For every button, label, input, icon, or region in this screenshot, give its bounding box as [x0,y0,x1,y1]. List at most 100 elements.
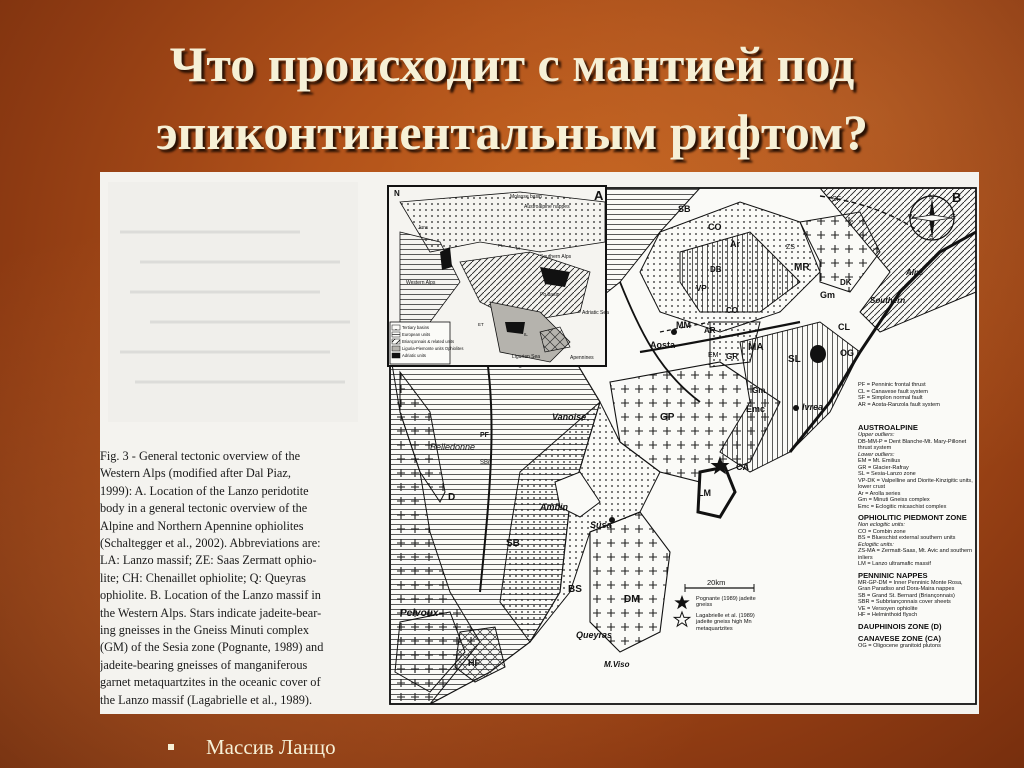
legend-item: OG = Oligocene granitoid plutons [858,642,941,649]
legend-item: VP-DK = Valpelline and Diorite-Kinzigiti… [858,477,973,491]
caption-line: jadeite-bearing gneisses of manganiferou… [100,657,308,672]
tectonic-map-figure: Fig. 3 - General tectonic overview of th… [100,172,979,714]
title-line-2: эпиконтинентальным рифтом? [155,104,869,160]
legend-item: LM = Lanzo ultramafic massif [858,561,931,567]
fault-legend-item: CL = Canavese fault system [858,388,928,395]
legend-item: Emc = Eclogitic micaschist complex [858,503,947,510]
map-label: CO [708,222,722,232]
map-label: SB [678,204,691,214]
caption-line: (GM) of the Sesia zone (Pognante, 1989) … [100,640,324,655]
map-label: Adriatic Sea [582,310,609,316]
map-label: Gm [752,386,766,395]
caption-line: ing gneisses in the Gneiss Minuti comple… [100,623,310,638]
panel-a-north-label: N [394,189,400,198]
legend-item: DB-MM-P = Dent Blanche-Mt. Mary-Pillonet… [858,438,967,452]
caption-line: LA: Lanzo massif; ZE: Saas Zermatt ophio… [100,553,317,568]
bullet-text: Массив Ланцо [206,735,336,759]
map-label: Southern Alps [540,254,572,260]
map-label: DM [624,594,640,605]
legend-item: MR-GP-DM = Inner Penninic Monte Rosa, Gr… [858,579,963,593]
map-label: Susa [590,520,612,530]
map-label: CA [736,462,749,472]
legend-heading: OPHIOLITIC PIEDMONT ZONE [858,513,967,522]
map-label: LM [698,488,711,498]
fault-legend-item: SF = Simplon normal fault [858,395,923,402]
fault-legend-item: AR = Aosta-Ranzola fault system [858,401,940,408]
map-label: GP [660,412,675,423]
caption-line: body in a general tectonic overview of t… [100,501,308,516]
slide-title: Что происходит с мантией под эпиконтинен… [40,30,984,166]
map-label: Alps [906,268,924,277]
map-label: Molasse basin [510,194,542,200]
legend-heading: AUSTROALPINE [858,423,918,432]
map-label: M [516,246,520,251]
panel-a-legend-item: Liguria-Piemonte units Ophiolites [402,346,464,351]
caption-line: lite; CH: Chenaillet ophiolite; Q: Queyr… [100,570,306,585]
map-label: PL [498,243,504,248]
legend-item: HF = Helminthoid flysch [858,612,918,618]
map-label: Jura [418,225,428,231]
map-label: CL [838,322,850,332]
panel-a-legend-item: Briançonnais & related units [402,339,455,344]
fault-legend: PF = Penninic frontal thrust CL = Canaves… [858,382,976,408]
map-label: Emc [746,404,766,414]
map-label: SF [832,196,841,203]
map-label: Queyras [576,630,613,640]
map-label: Po basin [540,292,560,298]
map-label: BS [568,584,582,595]
map-label: MM [676,320,691,330]
map-label: Ivrea [802,402,824,412]
map-label: MR [794,262,810,273]
scale-bar-label: 20km [707,578,726,587]
map-label: Ar [730,239,741,249]
map-label: DB [710,265,722,274]
map-label: Pelvoux [400,608,439,619]
map-label: GR [726,352,738,361]
map-label: E [951,214,956,221]
bullet-marker [168,744,174,750]
fault-legend-item: PF = Penninic frontal thrust [858,382,926,388]
map-label: Southern [870,296,906,305]
figure-caption: Fig. 3 - General tectonic overview of th… [100,448,362,714]
panel-a-letter: A [594,188,604,203]
map-label: W [908,214,915,221]
caption-line: Fig. 3 - General tectonic overview of th… [100,449,301,463]
map-label: D [448,492,456,503]
faded-background-text [108,182,358,422]
caption-line: ophiolite. B. Location of the Lanzo mass… [100,588,321,603]
map-label: VP [696,284,707,293]
map-label: CO [726,306,738,315]
map-label: SL [788,354,801,365]
map-label: N [929,194,935,201]
unit-legend: AUSTROALPINE Upper outliers: DB-MM-P = Den… [858,420,976,704]
caption-line: 1999): A. Location of the Lanzo peridoti… [100,483,309,498]
map-label: Belledonne [430,442,476,452]
star-legend-item: Lagabrielle et al. (1989) jadeite gneiss… [696,613,755,632]
map-label: MA [748,342,764,353]
map-label: Vanoise [552,412,587,422]
map-label: Ligurian Sea [512,354,541,360]
caption-line: the Western Alps. Stars indicate jadeite… [100,605,322,620]
panel-a-legend-item: European units [402,332,431,337]
legend-item: ZS-MA = Zermatt-Saas, Mt. Avic and south… [858,548,973,561]
map-label: PF [480,432,489,439]
map-label: Western Alps [406,280,436,286]
map-label: IL [524,332,528,337]
map-label: Aosta [650,340,676,350]
map-label: M.Viso [604,660,630,669]
legend-heading: PENNINIC NAPPES [858,570,928,580]
map-label: Austroalpine nappes [524,204,570,210]
map-label: Gm [820,290,836,300]
map-label: S [929,234,934,241]
map-label: Apennines [570,355,594,361]
map-label: DK [840,278,852,287]
map-label: OG [840,348,855,358]
map-label: A [848,222,853,229]
map-label: HF [468,658,480,668]
panel-a-legend-item: Adriatic units [402,353,426,358]
legend-heading: CANAVESE ZONE (CA) [858,633,941,643]
panel-a-legend-item: Tertiary basins [402,325,429,330]
caption-line: Western Alps (modified after Dal Piaz, [100,466,291,481]
map-label: SBr [480,460,491,466]
caption-line: the Lanzo massif (Lagabrielle et al., 19… [100,692,313,707]
